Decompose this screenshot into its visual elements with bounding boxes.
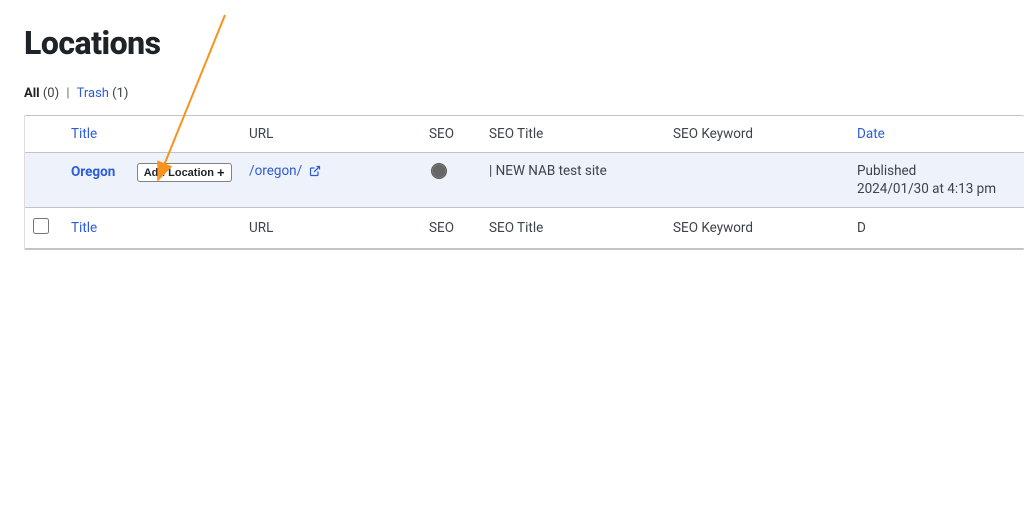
footer-seo: SEO xyxy=(421,208,481,249)
footer-checkbox xyxy=(25,208,63,249)
cell-seo-keyword xyxy=(665,153,849,208)
seo-indicator-icon xyxy=(431,163,447,179)
column-header-title[interactable]: Title xyxy=(63,116,241,153)
table-header-row: Title URL SEO SEO Title SEO Keyword Date xyxy=(25,116,1024,153)
page-title: Locations xyxy=(24,24,1024,62)
table-footer-row: Title URL SEO SEO Title SEO Keyword D xyxy=(25,208,1024,249)
column-header-checkbox xyxy=(25,116,63,153)
filter-trash-count: (1) xyxy=(112,86,128,101)
column-header-seo-title: SEO Title xyxy=(481,116,665,153)
column-header-seo-keyword: SEO Keyword xyxy=(665,116,849,153)
select-all-checkbox[interactable] xyxy=(33,218,49,234)
locations-table: Title URL SEO SEO Title SEO Keyword Date… xyxy=(24,115,1024,250)
cell-checkbox xyxy=(25,153,63,208)
add-location-label: Add Location xyxy=(144,167,214,179)
cell-title: Oregon Add Location + xyxy=(63,153,241,208)
row-title-link[interactable]: Oregon xyxy=(71,164,115,180)
filter-separator: | xyxy=(66,86,69,101)
table-row: Oregon Add Location + /oregon/ xyxy=(25,153,1024,208)
filter-all-count: (0) xyxy=(43,86,59,101)
footer-title[interactable]: Title xyxy=(63,208,241,249)
footer-url: URL xyxy=(241,208,421,249)
plus-icon: + xyxy=(217,166,225,179)
footer-seo-keyword: SEO Keyword xyxy=(665,208,849,249)
row-url-link[interactable]: /oregon/ xyxy=(249,163,302,179)
cell-seo-title: | NEW NAB test site xyxy=(481,153,665,208)
external-link-icon[interactable] xyxy=(309,165,321,177)
filter-bar: All (0) | Trash (1) xyxy=(24,86,1024,101)
add-location-button[interactable]: Add Location + xyxy=(137,163,232,182)
footer-seo-title: SEO Title xyxy=(481,208,665,249)
column-header-url: URL xyxy=(241,116,421,153)
cell-date: Published 2024/01/30 at 4:13 pm xyxy=(849,153,1024,208)
cell-seo xyxy=(421,153,481,208)
row-date-status: Published xyxy=(857,163,916,179)
filter-trash[interactable]: Trash xyxy=(77,86,109,101)
column-header-seo: SEO xyxy=(421,116,481,153)
column-header-date[interactable]: Date xyxy=(849,116,1024,153)
filter-all[interactable]: All xyxy=(24,86,40,101)
cell-url: /oregon/ xyxy=(241,153,421,208)
row-date-timestamp: 2024/01/30 at 4:13 pm xyxy=(857,181,1024,197)
footer-date: D xyxy=(849,208,1024,249)
